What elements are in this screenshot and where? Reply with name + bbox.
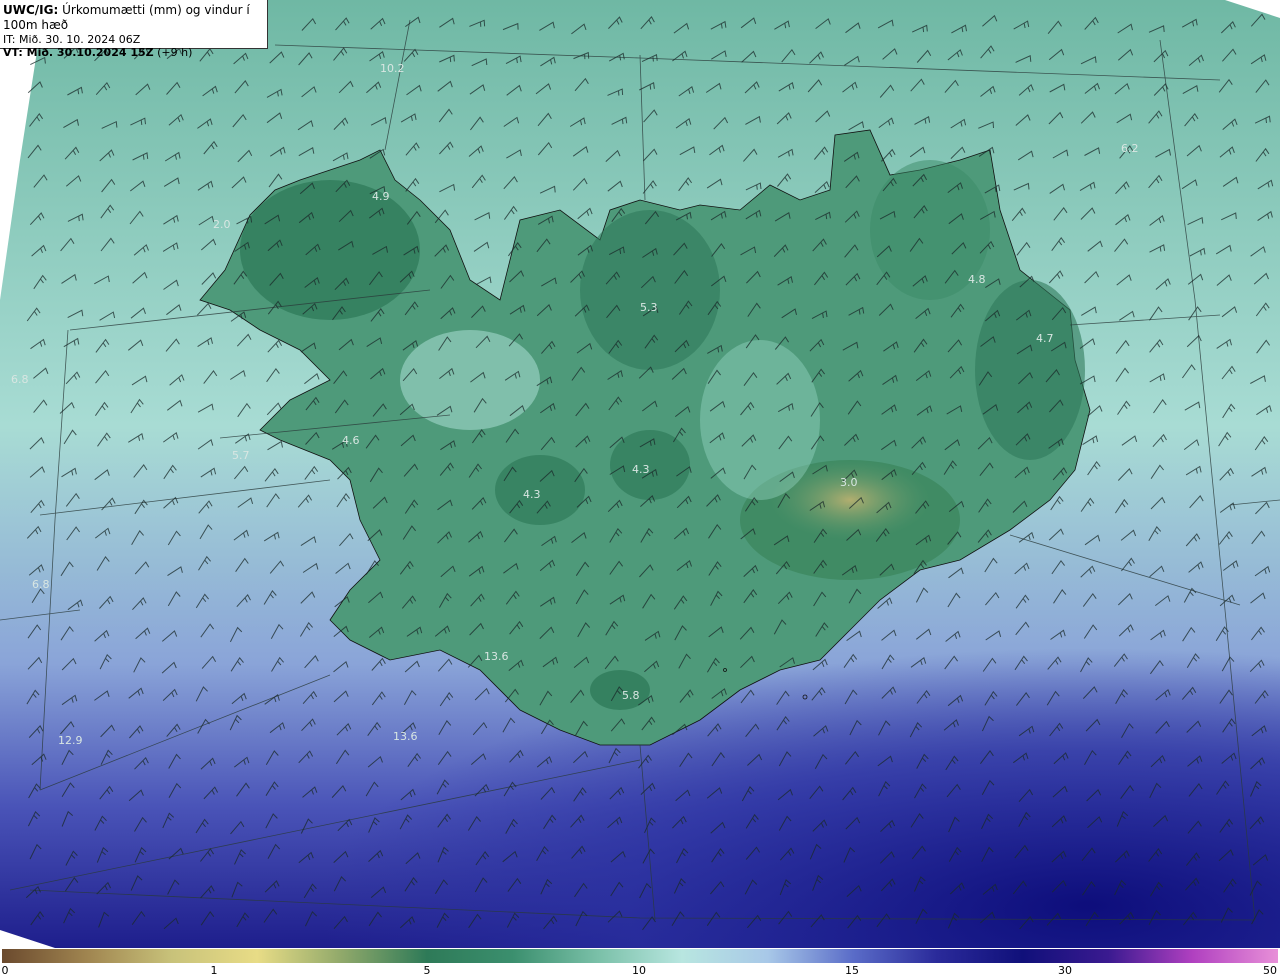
value-label: 5.8	[622, 689, 640, 702]
weather-map: 10.2 4.9 2.0 6.2 4.8 5.3 4.7 6.8 4.6 5.7…	[0, 0, 1280, 948]
map-info-box: UWC/IG: Úrkomumætti (mm) og vindur í 100…	[0, 0, 268, 59]
colorbar-tick: 30	[1058, 964, 1072, 977]
value-label: 12.9	[58, 734, 83, 747]
value-label: 10.2	[380, 62, 405, 75]
colorbar-tick: 50	[1263, 964, 1277, 977]
value-label: 6.2	[1121, 142, 1139, 155]
value-label: 2.0	[213, 218, 231, 231]
colorbar-strip	[2, 949, 1278, 963]
colorbar-tick: 15	[845, 964, 859, 977]
value-label: 4.8	[968, 273, 986, 286]
init-time-row: IT: Mið. 30. 10. 2024 06Z	[3, 33, 264, 46]
value-label: 4.3	[523, 488, 541, 501]
value-label: 5.3	[640, 301, 658, 314]
value-label: 4.6	[342, 434, 360, 447]
value-label: 6.8	[32, 578, 50, 591]
colorbar-tick: 0	[1, 964, 9, 977]
colorbar-tick: 1	[210, 964, 218, 977]
colorbar-tick: 10	[632, 964, 646, 977]
colorbar-legend: 0 1 5 10 15 30 50	[0, 948, 1280, 978]
value-label: 13.6	[484, 650, 509, 663]
init-label: IT:	[3, 33, 16, 46]
value-label: 4.3	[632, 463, 650, 476]
valid-time-row: VT: Mið. 30.10.2024 15Z (+9 h)	[3, 46, 264, 59]
product-code: UWC/IG:	[3, 3, 59, 17]
value-label: 4.7	[1036, 332, 1054, 345]
value-label: 3.0	[840, 476, 858, 489]
valid-time: VT: Mið. 30.10.2024 15Z	[3, 46, 154, 59]
value-label: 5.7	[232, 449, 250, 462]
value-label: 13.6	[393, 730, 418, 743]
value-label: 4.9	[372, 190, 390, 203]
colorbar-tick: 5	[423, 964, 431, 977]
map-title: UWC/IG: Úrkomumætti (mm) og vindur í 100…	[3, 3, 264, 33]
forecast-offset: (+9 h)	[157, 46, 193, 59]
init-time: Mið. 30. 10. 2024 06Z	[18, 33, 141, 46]
value-label: 6.8	[11, 373, 29, 386]
